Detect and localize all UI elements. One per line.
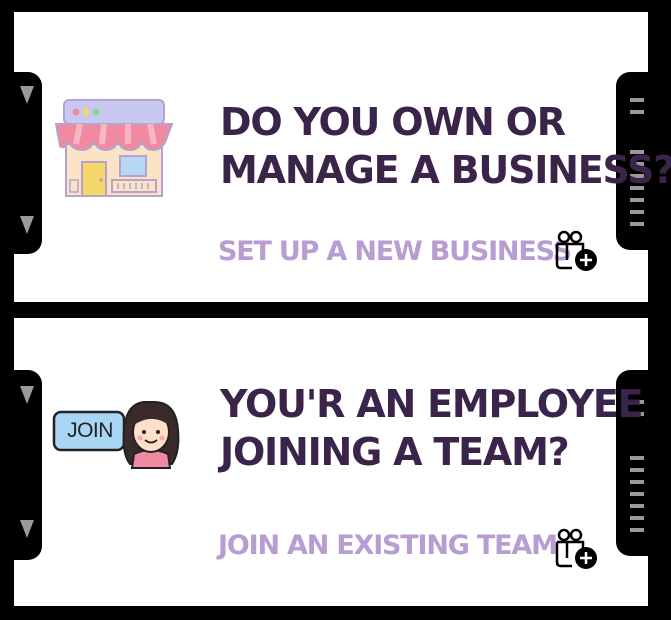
card-notch-left (14, 370, 42, 560)
join-existing-team-link[interactable]: JOIN AN EXISTING TEAM (218, 530, 558, 562)
employee-card[interactable]: JOIN YOU'R AN EMPLOYEE JOINING A TEAM? J… (14, 318, 648, 606)
storefront-icon (54, 99, 174, 197)
add-team-icon[interactable] (554, 230, 602, 274)
employee-question-line-1: YOU'R AN EMPLOYEE (220, 382, 644, 426)
scroll-down-arrow-icon[interactable] (20, 216, 34, 234)
employee-question-line-2: JOINING A TEAM? (220, 430, 570, 474)
setup-new-business-link[interactable]: SET UP A NEW BUSINESS (218, 236, 572, 268)
business-owner-card[interactable]: DO YOU OWN OR MANAGE A BUSINESS? SET UP … (14, 12, 671, 302)
scroll-up-arrow-icon[interactable] (20, 386, 34, 404)
join-badge-label: JOIN (67, 419, 113, 442)
add-team-icon[interactable] (554, 528, 602, 572)
card-notch-left (14, 72, 42, 254)
owner-question-line-2: MANAGE A BUSINESS? (220, 148, 671, 192)
owner-question-line-1: DO YOU OWN OR (220, 100, 566, 144)
join-avatar-icon: JOIN (52, 390, 184, 470)
scroll-up-arrow-icon[interactable] (20, 86, 34, 104)
scroll-down-arrow-icon[interactable] (20, 520, 34, 538)
